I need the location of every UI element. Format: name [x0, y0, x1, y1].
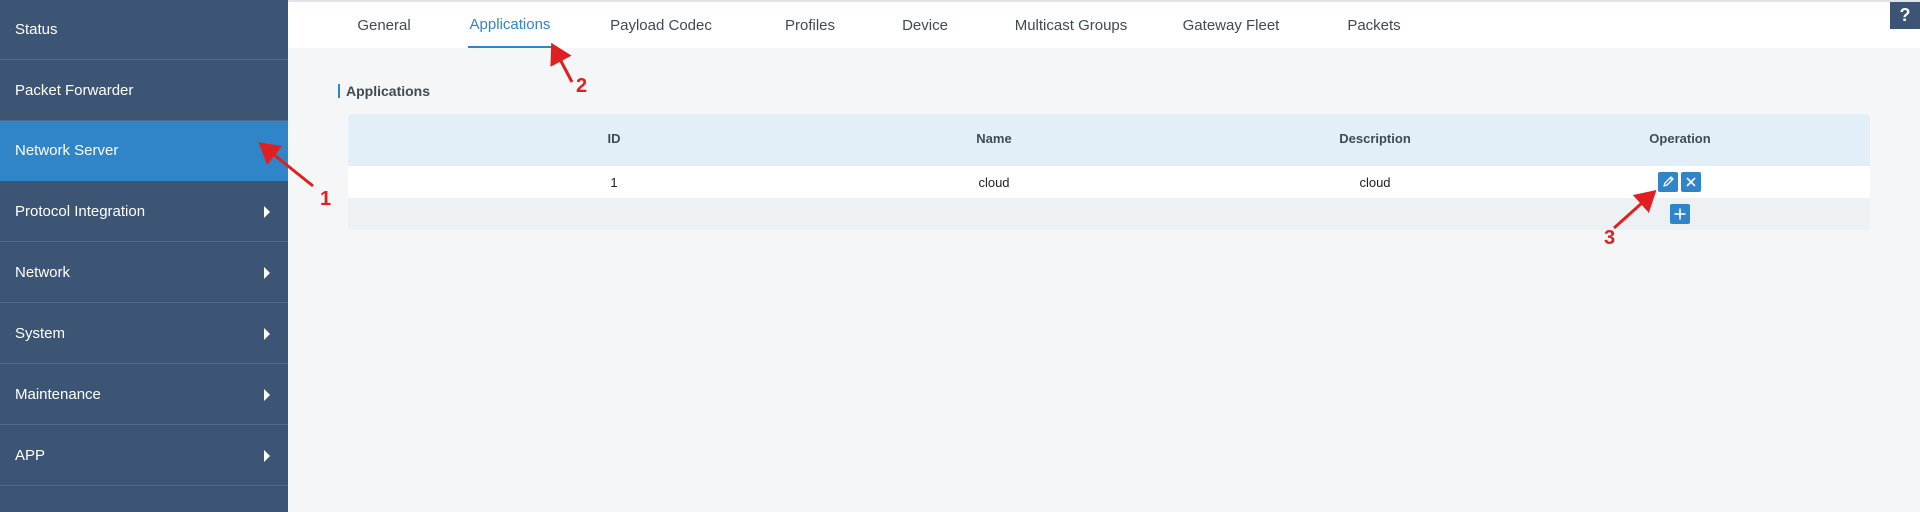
- tab-bar: General Applications Payload Codec Profi…: [288, 0, 1920, 48]
- tab-label: Applications: [469, 15, 551, 33]
- caret-right-icon: [264, 449, 270, 462]
- cell-id: 1: [610, 175, 618, 190]
- sidebar-item-label: Protocol Integration: [15, 203, 146, 220]
- column-header-id: ID: [607, 131, 621, 146]
- tab-applications[interactable]: Applications: [468, 2, 552, 48]
- column-header-operation: Operation: [1649, 131, 1711, 146]
- sidebar-item-label: Packet Forwarder: [15, 82, 134, 99]
- tab-packets[interactable]: Packets: [1342, 2, 1406, 48]
- tab-label: Gateway Fleet: [1182, 16, 1280, 34]
- cell-description: cloud: [1359, 175, 1391, 190]
- table-header: ID Name Description Operation: [348, 114, 1870, 166]
- sidebar-item-system[interactable]: System: [0, 304, 288, 364]
- sidebar-item-app[interactable]: APP: [0, 426, 288, 486]
- annotation-number-3: 3: [1604, 227, 1616, 249]
- sidebar-item-protocol-integration[interactable]: Protocol Integration: [0, 182, 288, 242]
- close-icon: [1686, 177, 1696, 187]
- annotation-number-2: 2: [576, 75, 588, 97]
- sidebar-item-label: Maintenance: [15, 386, 101, 403]
- sidebar-item-maintenance[interactable]: Maintenance: [0, 365, 288, 425]
- delete-button[interactable]: [1681, 172, 1701, 192]
- sidebar-item-status[interactable]: Status: [0, 0, 288, 60]
- section-title: Applications: [338, 84, 430, 98]
- caret-right-icon: [264, 388, 270, 401]
- cell-name: cloud: [978, 175, 1010, 190]
- annotation-arrows: [258, 42, 1657, 230]
- sidebar: Status Packet Forwarder Network Server P…: [0, 0, 288, 512]
- sidebar-item-label: Status: [15, 21, 58, 38]
- sidebar-item-network[interactable]: Network: [0, 243, 288, 303]
- tab-multicast-groups[interactable]: Multicast Groups: [1010, 2, 1132, 48]
- sidebar-item-network-server[interactable]: Network Server: [0, 121, 288, 181]
- tab-label: Device: [902, 16, 948, 34]
- tab-label: Payload Codec: [610, 16, 712, 34]
- tab-gateway-fleet[interactable]: Gateway Fleet: [1178, 2, 1284, 48]
- tab-label: Profiles: [784, 16, 836, 34]
- applications-table: ID Name Description Operation 1 cloud cl…: [348, 114, 1870, 230]
- tab-label: General: [357, 16, 411, 34]
- tab-profiles[interactable]: Profiles: [772, 2, 848, 48]
- tab-general[interactable]: General: [344, 2, 424, 48]
- sidebar-item-label: Network: [15, 264, 71, 281]
- arrow-2: [550, 42, 574, 83]
- column-header-name: Name: [976, 131, 1012, 146]
- sidebar-item-label: Network Server: [15, 142, 119, 159]
- tab-device[interactable]: Device: [892, 2, 958, 48]
- caret-right-icon: [264, 205, 270, 218]
- column-header-description: Description: [1339, 131, 1411, 146]
- caret-right-icon: [264, 266, 270, 279]
- tab-label: Packets: [1347, 16, 1401, 34]
- sidebar-item-label: APP: [15, 447, 46, 464]
- add-application-button[interactable]: [1670, 204, 1690, 224]
- plus-icon: [1674, 208, 1686, 220]
- help-button[interactable]: ?: [1890, 2, 1920, 29]
- pencil-icon: [1663, 176, 1674, 187]
- edit-button[interactable]: [1658, 172, 1678, 192]
- table-row: 1 cloud cloud: [348, 166, 1870, 198]
- sidebar-item-label: System: [15, 325, 66, 342]
- tab-payload-codec[interactable]: Payload Codec: [608, 2, 714, 48]
- caret-right-icon: [264, 327, 270, 340]
- tab-label: Multicast Groups: [1014, 16, 1128, 34]
- annotation-number-1: 1: [320, 188, 332, 210]
- sidebar-item-packet-forwarder[interactable]: Packet Forwarder: [0, 61, 288, 121]
